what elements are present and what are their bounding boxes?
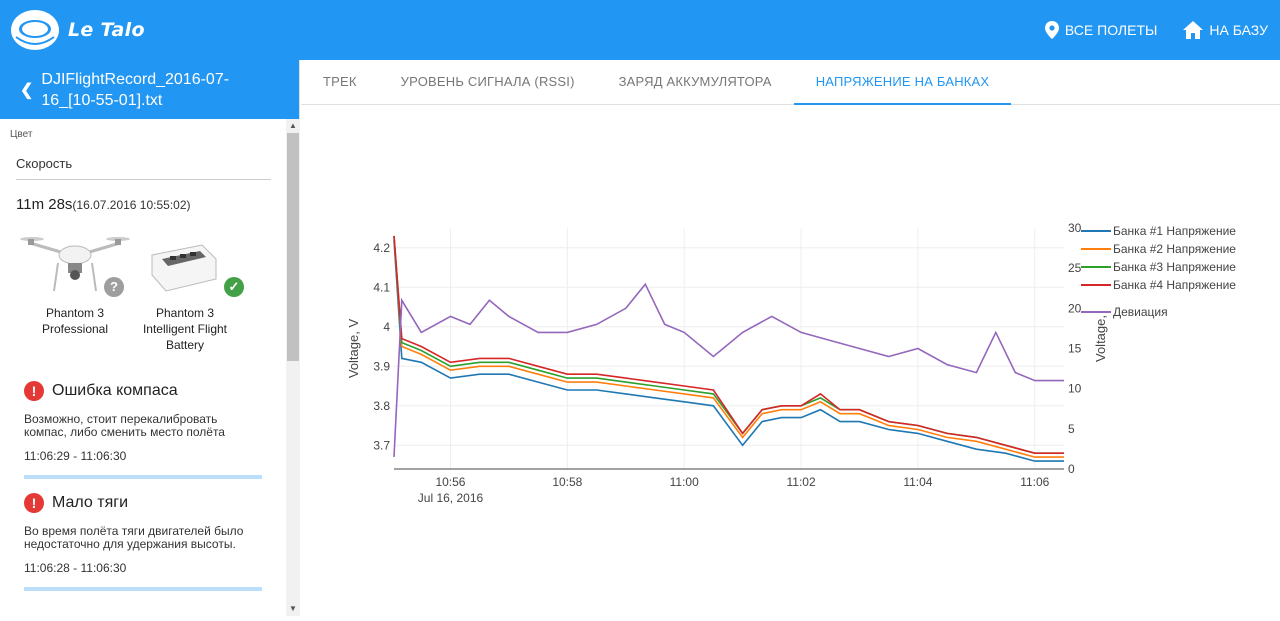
y-tick-label: 3.8 xyxy=(373,399,390,413)
legend-label: Банка #2 Напряжение xyxy=(1113,242,1236,256)
alert-description: Во время полёта тяги двигателей было нед… xyxy=(24,524,244,551)
legend-label: Банка #4 Напряжение xyxy=(1113,278,1236,292)
sidebar: ❮ DJIFlightRecord_2016-07-16_[10-55-01].… xyxy=(0,60,300,616)
y-tick-label: 4 xyxy=(383,320,390,334)
chevron-left-icon[interactable]: ❮ xyxy=(20,80,33,100)
logo[interactable]: Le Talo xyxy=(8,7,145,53)
duration-value: 11m 28s xyxy=(16,196,73,213)
tab-cell-voltage[interactable]: НАПРЯЖЕНИЕ НА БАНКАХ xyxy=(793,60,1012,105)
alert-timeline-bar xyxy=(24,587,262,591)
y2-tick-label: 0 xyxy=(1068,462,1075,476)
y2-tick-label: 30 xyxy=(1068,221,1082,235)
x-tick-label: 11:06 xyxy=(1020,475,1049,489)
series-line xyxy=(393,239,1064,462)
x-tick-label: 10:58 xyxy=(552,475,582,489)
check-badge-icon: ✓ xyxy=(224,277,244,297)
y-tick-label: 4.1 xyxy=(373,280,390,294)
home-button[interactable]: НА БАЗУ xyxy=(1183,21,1268,39)
home-icon xyxy=(1183,21,1204,39)
y2-tick-label: 10 xyxy=(1068,382,1082,396)
y-axis-title: Voltage, V xyxy=(346,319,361,379)
scroll-up-icon[interactable]: ▲ xyxy=(286,119,300,133)
alert-low-thrust[interactable]: ! Мало тяги Во время полёта тяги двигате… xyxy=(24,493,262,591)
y2-tick-label: 15 xyxy=(1068,342,1082,356)
alert-timeline-bar xyxy=(24,475,262,479)
y2-tick-label: 5 xyxy=(1068,422,1075,436)
sidebar-scrollbar[interactable]: ▲ ▼ xyxy=(286,119,300,616)
x-tick-label: 11:00 xyxy=(670,475,699,489)
series-line xyxy=(393,282,1064,457)
alert-time: 11:06:28 - 11:06:30 xyxy=(24,561,127,575)
alert-title: Мало тяги xyxy=(52,494,129,511)
color-label: Цвет xyxy=(10,129,33,140)
scrollbar-thumb[interactable] xyxy=(287,133,299,361)
device-battery[interactable]: ✓ Phantom 3 Intelligent Flight Battery xyxy=(130,225,244,353)
y2-tick-label: 25 xyxy=(1068,261,1082,275)
file-header[interactable]: ❮ DJIFlightRecord_2016-07-16_[10-55-01].… xyxy=(0,60,299,119)
map-pin-icon xyxy=(1044,21,1059,39)
device-drone[interactable]: ? Phantom 3 Professional xyxy=(20,225,130,353)
device-name: Phantom 3 Professional xyxy=(41,306,109,336)
error-icon: ! xyxy=(24,493,44,513)
device-name: Phantom 3 Intelligent Flight Battery xyxy=(142,306,228,352)
x-tick-label: 11:02 xyxy=(786,475,815,489)
alert-time: 11:06:29 - 11:06:30 xyxy=(24,449,127,463)
brand-name: Le Talo xyxy=(68,19,145,41)
legend-label: Банка #3 Напряжение xyxy=(1113,260,1236,274)
alert-compass-error[interactable]: ! Ошибка компаса Возможно, стоит перекал… xyxy=(24,381,262,479)
top-bar: Le Talo ВСЕ ПОЛЕТЫ НА БАЗУ xyxy=(0,0,1280,60)
home-label: НА БАЗУ xyxy=(1209,22,1268,38)
voltage-chart-svg[interactable]: 3.7 3.8 3.9 4 4.1 4.2 10:56 Jul 16, 2016 10:58 11… xyxy=(301,106,1280,616)
file-name: DJIFlightRecord_2016-07-16_[10-55-01].tx… xyxy=(41,70,230,109)
alert-description: Возможно, стоит перекалибровать компас, … xyxy=(24,412,225,439)
alert-title: Ошибка компаса xyxy=(52,382,178,399)
x-tick-label: 11:04 xyxy=(903,475,932,489)
tab-bar: ТРЕК УРОВЕНЬ СИГНАЛА (RSSI) ЗАРЯД АККУМУ… xyxy=(301,60,1280,105)
scroll-down-icon[interactable]: ▼ xyxy=(286,602,300,616)
tab-track[interactable]: ТРЕК xyxy=(301,60,379,105)
device-list: ? Phantom 3 Professional ✓ Phantom 3 Int… xyxy=(20,225,271,353)
y-tick-label: 4.2 xyxy=(373,241,390,255)
all-flights-button[interactable]: ВСЕ ПОЛЕТЫ xyxy=(1044,21,1158,39)
y-tick-label: 3.9 xyxy=(373,359,390,373)
x-tick-date-label: Jul 16, 2016 xyxy=(418,491,484,505)
airship-logo-icon xyxy=(11,10,59,50)
question-badge-icon: ? xyxy=(104,277,124,297)
color-select[interactable]: Скорость xyxy=(16,156,271,180)
tab-battery-charge[interactable]: ЗАРЯД АККУМУЛЯТОРА xyxy=(597,60,794,105)
flight-duration: 11m 28s(16.07.2016 10:55:02) xyxy=(16,196,271,213)
all-flights-label: ВСЕ ПОЛЕТЫ xyxy=(1064,22,1158,38)
legend-label: Девиация xyxy=(1113,305,1168,319)
error-icon: ! xyxy=(24,381,44,401)
y2-axis-title: Voltage, xyxy=(1093,315,1108,362)
flight-start-time: (16.07.2016 10:55:02) xyxy=(72,198,191,212)
legend-label: Банка #1 Напряжение xyxy=(1113,224,1236,238)
series-line xyxy=(393,235,1064,458)
x-tick-label: 10:56 xyxy=(435,475,465,489)
tab-rssi[interactable]: УРОВЕНЬ СИГНАЛА (RSSI) xyxy=(379,60,597,105)
voltage-chart[interactable]: 3.7 3.8 3.9 4 4.1 4.2 10:56 Jul 16, 2016 10:58 11… xyxy=(301,106,1280,616)
y2-tick-label: 20 xyxy=(1068,301,1082,315)
sidebar-scroll-area[interactable]: Цвет Скорость 11m 28s(16.07.2016 10:55:0… xyxy=(0,119,300,616)
y-tick-label: 3.7 xyxy=(373,438,390,452)
